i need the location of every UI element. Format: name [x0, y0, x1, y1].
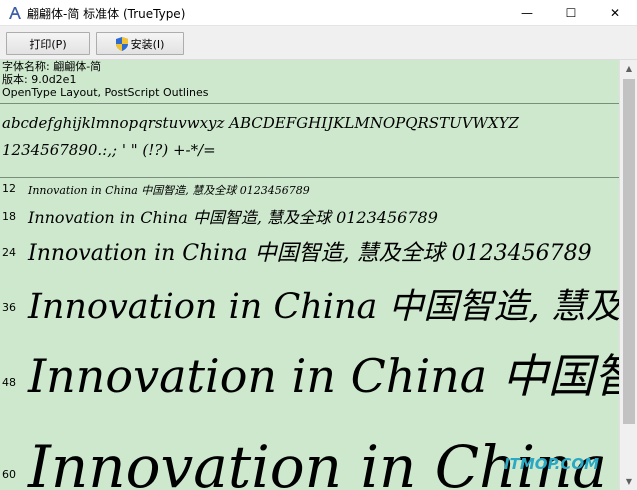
shield-icon	[115, 36, 128, 51]
print-button-label: 打印(P)	[29, 37, 67, 51]
sample-size-label: 36	[2, 301, 16, 314]
maximize-icon: ☐	[565, 5, 577, 20]
scroll-down-button[interactable]: ▼	[620, 473, 637, 490]
chevron-up-icon: ▲	[625, 64, 633, 73]
sample-size-label: 18	[2, 210, 16, 223]
sample-size-label: 60	[2, 468, 16, 481]
charset-symbols: 1234567890.:,; ' " (!?) +-*/=	[2, 141, 216, 159]
sample-text: Innovation in China 中国智造, 慧及全球 012345678…	[28, 349, 619, 403]
install-button[interactable]: 安装(I)	[96, 32, 184, 55]
sample-text: Innovation in China 中国智造, 慧及全球 012345678…	[28, 184, 310, 197]
sample-size-label: 12	[2, 182, 16, 195]
window-title: 翩翩体-简 标准体 (TrueType)	[27, 7, 186, 21]
scrollbar-thumb[interactable]	[623, 79, 635, 424]
close-button[interactable]: ✕	[593, 0, 637, 25]
toolbar: 打印(P) 安装(I)	[0, 26, 637, 60]
divider	[0, 103, 619, 104]
scroll-up-button[interactable]: ▲	[620, 60, 637, 77]
font-name: 字体名称: 翩翩体-简	[2, 60, 102, 73]
sample-size-label: 48	[2, 376, 16, 389]
font-app-icon	[7, 5, 23, 21]
minimize-icon: —	[521, 5, 533, 20]
sample-text: Innovation in China 中国智造, 慧及全球 012345678…	[28, 241, 592, 266]
font-preview-area: 字体名称: 翩翩体-简 版本: 9.0d2e1 OpenType Layout,…	[0, 60, 619, 490]
watermark: ITMOP.COM	[504, 455, 600, 473]
chevron-down-icon: ▼	[625, 477, 633, 486]
font-version: 版本: 9.0d2e1	[2, 73, 77, 86]
minimize-button[interactable]: —	[505, 0, 549, 25]
sample-text: Innovation in China 中国智造, 慧及全球 012345678…	[28, 287, 619, 327]
font-type: OpenType Layout, PostScript Outlines	[2, 86, 209, 99]
sample-text: Innovation in China 中国智造, 慧及全球 012345678…	[28, 208, 438, 227]
title-bar: 翩翩体-简 标准体 (TrueType) — ☐ ✕	[0, 0, 637, 26]
maximize-button[interactable]: ☐	[549, 0, 593, 25]
close-icon: ✕	[609, 5, 621, 20]
vertical-scrollbar[interactable]: ▲ ▼	[619, 60, 637, 490]
install-button-label: 安装(I)	[130, 37, 165, 51]
divider	[0, 177, 619, 178]
font-info: 字体名称: 翩翩体-简 版本: 9.0d2e1 OpenType Layout,…	[2, 60, 208, 99]
charset-letters: abcdefghijklmnopqrstuvwxyz ABCDEFGHIJKLM…	[2, 114, 519, 132]
print-button[interactable]: 打印(P)	[6, 32, 90, 55]
sample-size-label: 24	[2, 246, 16, 259]
